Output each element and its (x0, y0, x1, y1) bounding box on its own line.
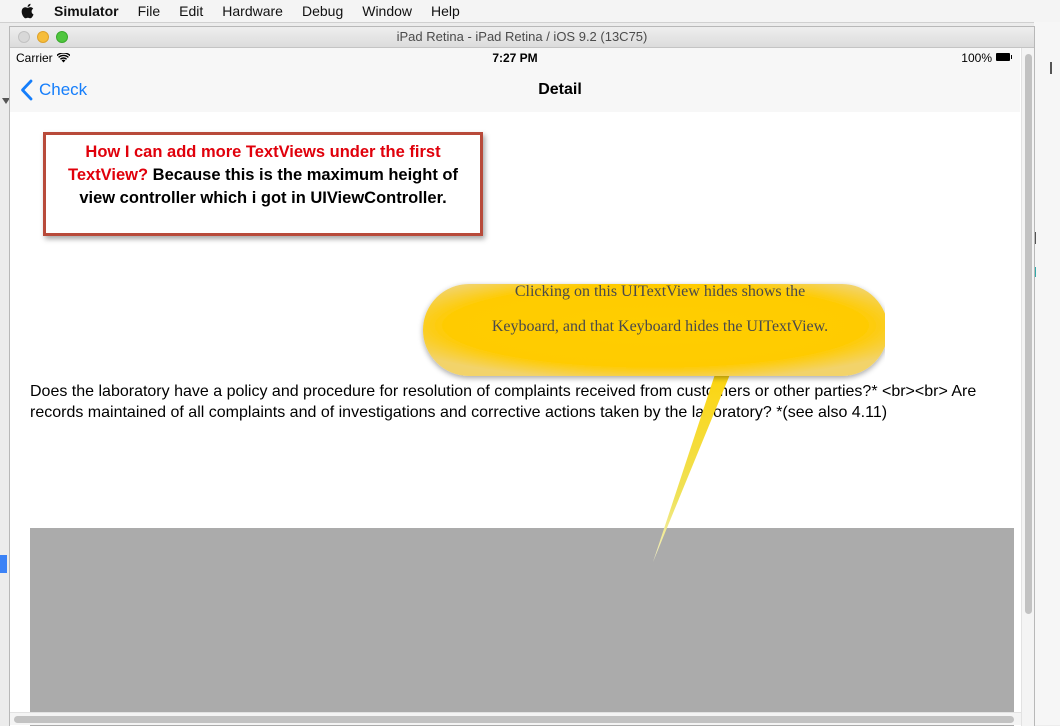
speech-bubble-line-1: Clicking on this UITextView hides shows … (514, 283, 806, 300)
navigation-bar: Check Detail (10, 68, 1020, 113)
battery-percentage: 100% (961, 51, 992, 65)
menu-hardware[interactable]: Hardware (222, 0, 283, 22)
background-window-strip (1034, 22, 1060, 725)
menu-bar: Simulator File Edit Hardware Debug Windo… (0, 0, 1060, 23)
speech-bubble-line-2: Keyboard, and that Keyboard hides the UI… (491, 318, 829, 335)
background-selection-highlight (0, 555, 7, 573)
battery-icon (996, 53, 1012, 61)
menu-edit[interactable]: Edit (179, 0, 203, 22)
simulator-window: iPad Retina - iPad Retina / iOS 9.2 (13C… (9, 26, 1035, 726)
menu-window[interactable]: Window (362, 0, 412, 22)
horizontal-scrollbar[interactable] (10, 712, 1021, 725)
speech-bubble-text: Clicking on this UITextView hides shows … (440, 274, 880, 344)
vertical-scrollbar-thumb[interactable] (1025, 54, 1032, 614)
window-title: iPad Retina - iPad Retina / iOS 9.2 (13C… (396, 29, 648, 44)
menu-app-name[interactable]: Simulator (54, 0, 119, 22)
horizontal-scrollbar-thumb[interactable] (14, 716, 1014, 723)
detail-content: How I can add more TextViews under the f… (10, 112, 1020, 726)
vertical-scrollbar[interactable] (1021, 48, 1034, 726)
window-titlebar[interactable]: iPad Retina - iPad Retina / iOS 9.2 (13C… (10, 27, 1034, 48)
menu-file[interactable]: File (138, 0, 161, 22)
status-time: 7:27 PM (492, 51, 538, 65)
menu-debug[interactable]: Debug (302, 0, 343, 22)
background-mark (1050, 62, 1052, 74)
annotation-callout-box: How I can add more TextViews under the f… (43, 132, 483, 236)
menu-help[interactable]: Help (431, 0, 460, 22)
apple-icon[interactable] (20, 3, 34, 19)
nav-title: Detail (538, 81, 582, 98)
ios-status-bar: Carrier 7:27 PM 100% (10, 48, 1020, 68)
